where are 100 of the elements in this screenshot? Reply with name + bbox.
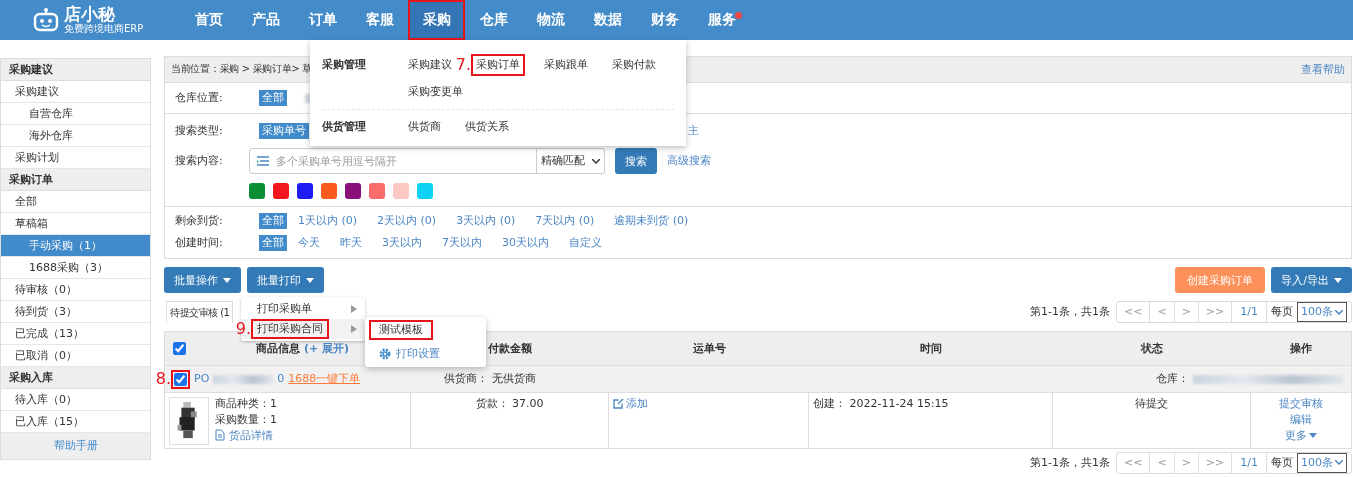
color-swatch[interactable] [273,183,289,199]
nav-item[interactable]: 数据 [579,0,636,40]
filter-option[interactable]: 昨天 [337,235,365,251]
filter-label: 剩余到货: [175,214,224,228]
filter-option[interactable]: 3天以内 (0) [453,213,519,229]
search-field[interactable]: 多个采购单号用逗号隔开 精确匹配 [249,148,605,174]
quick-order-link[interactable]: 1688一键下单 [288,372,361,386]
color-swatch[interactable] [297,183,313,199]
submenu-item[interactable]: 测试模板 [369,320,433,340]
filter-label: 仓库位置: [175,91,224,105]
page-size-select[interactable]: 100条 [1297,453,1347,473]
create-order-button[interactable]: 创建采购订单 [1175,267,1266,293]
column-header: 商品信息 [256,341,300,356]
nav-item[interactable]: 产品 [237,0,294,40]
search-button[interactable]: 搜索 [615,148,657,174]
color-swatch[interactable] [249,183,265,199]
color-swatch[interactable] [393,183,409,199]
page-button[interactable]: > [1174,453,1199,473]
color-swatch[interactable] [321,183,337,199]
menu-item[interactable]: 供货关系 [460,116,514,138]
menu-item[interactable]: 采购付款 [607,54,661,76]
filter-label: 搜索类型: [175,124,224,138]
nav-item[interactable]: 首页 [180,0,237,40]
menu-item[interactable]: 采购订单 [471,54,525,76]
select-all-checkbox[interactable] [173,342,186,355]
filter-option[interactable]: 2天以内 (0) [374,213,440,229]
filter-option[interactable]: 主 [685,123,702,139]
page-number: 1/1 [1232,302,1267,322]
filter-option[interactable]: 7天以内 (0) [532,213,598,229]
color-swatch[interactable] [345,183,361,199]
page-number: 1/1 [1232,453,1267,473]
menu-item[interactable]: 采购变更单 [403,81,468,103]
toolbar-button[interactable]: 批量操作 [164,267,241,293]
tab[interactable]: 待提交审核 (1 [166,301,234,323]
match-select[interactable]: 精确匹配 [536,149,604,173]
filter-option[interactable]: 全部 [259,90,287,106]
menu-item[interactable]: 供货商 [403,116,446,138]
filter-label: 搜索内容: [175,154,224,168]
page-button[interactable]: << [1117,453,1151,473]
nav-item[interactable]: 订单 [294,0,351,40]
caret-icon [223,277,231,283]
page-button[interactable]: < [1150,453,1175,473]
nav-item[interactable]: 财务 [636,0,693,40]
nav-item[interactable]: 物流 [522,0,579,40]
order-number-end[interactable]: 0 [277,372,285,386]
nav-item[interactable]: 采购 [408,0,465,40]
advanced-search-link[interactable]: 高级搜索 [667,154,711,168]
expand-link[interactable]: (+ 展开) [304,341,350,356]
action-link[interactable]: 更多 [1285,428,1317,443]
filter-option[interactable]: 逾期未到货 (0) [611,213,692,229]
page-button[interactable]: > [1174,302,1199,322]
nav-item[interactable]: 服务 [693,0,750,40]
column-header: 状态 [1141,341,1163,356]
supplier-text: 供货商： 无供货商 [444,372,536,386]
per-page-label: 每页 [1270,455,1294,471]
nav-item[interactable]: 仓库 [465,0,522,40]
blurred-order-number [213,374,274,384]
order-number-start[interactable]: PO [194,372,210,386]
filter-option[interactable]: 3天以内 [379,235,425,251]
product-details-link[interactable]: 货品详情 [215,428,277,443]
filter-option[interactable]: 30天以内 [499,235,552,251]
settings-icon [379,348,391,360]
submenu-arrow-icon [351,305,357,313]
created-time: 创建： 2022-11-24 15:15 [813,397,949,411]
add-waybill-link[interactable]: 添加 [613,397,648,411]
sidebar-item[interactable]: 手动采购（1） [1,235,150,257]
filter-option[interactable]: 全部 [259,213,287,229]
help-link[interactable]: 查看帮助 [1301,62,1345,77]
print-menu-item[interactable]: 打印采购合同 [251,319,329,339]
print-menu-item[interactable]: 打印采购单 [251,299,318,319]
filter-option[interactable]: 自定义 [566,235,605,251]
pagination-summary: 第1-1条，共1条 [1030,305,1110,319]
menu-item[interactable]: 采购跟单 [539,54,593,76]
page-button[interactable]: >> [1198,302,1233,322]
caret-icon [1334,277,1342,283]
import-export-button[interactable]: 导入/导出 [1271,267,1352,293]
action-link[interactable]: 提交审核 [1279,397,1323,411]
filter-option[interactable]: 今天 [295,235,323,251]
filter-option[interactable]: 采购单号 [259,123,309,139]
chevron-down-icon [1335,309,1343,315]
toolbar-button[interactable]: 批量打印 [247,267,324,293]
color-swatch[interactable] [369,183,385,199]
filter-option[interactable]: 全部 [259,235,287,251]
submenu-item[interactable]: 打印设置 [369,344,450,364]
help-manual-link[interactable]: 帮助手册 [1,433,150,459]
filter-option[interactable]: 1天以内 (0) [295,213,361,229]
filter-option[interactable]: 7天以内 [439,235,485,251]
page-button[interactable]: << [1117,302,1151,322]
menu-group-title: 供货管理 [322,119,367,134]
nav-item[interactable]: 客服 [351,0,408,40]
page-button[interactable]: >> [1198,453,1233,473]
page-size-select[interactable]: 100条 [1297,302,1347,322]
menu-item[interactable]: 采购建议 [403,54,457,76]
color-swatch[interactable] [417,183,433,199]
annotation-number: 8. [155,369,171,389]
column-header: 操作 [1290,341,1312,356]
page-button[interactable]: < [1150,302,1175,322]
action-link[interactable]: 编辑 [1290,412,1312,427]
document-icon [215,429,225,442]
sidebar-section-title: 采购订单 [1,169,150,191]
